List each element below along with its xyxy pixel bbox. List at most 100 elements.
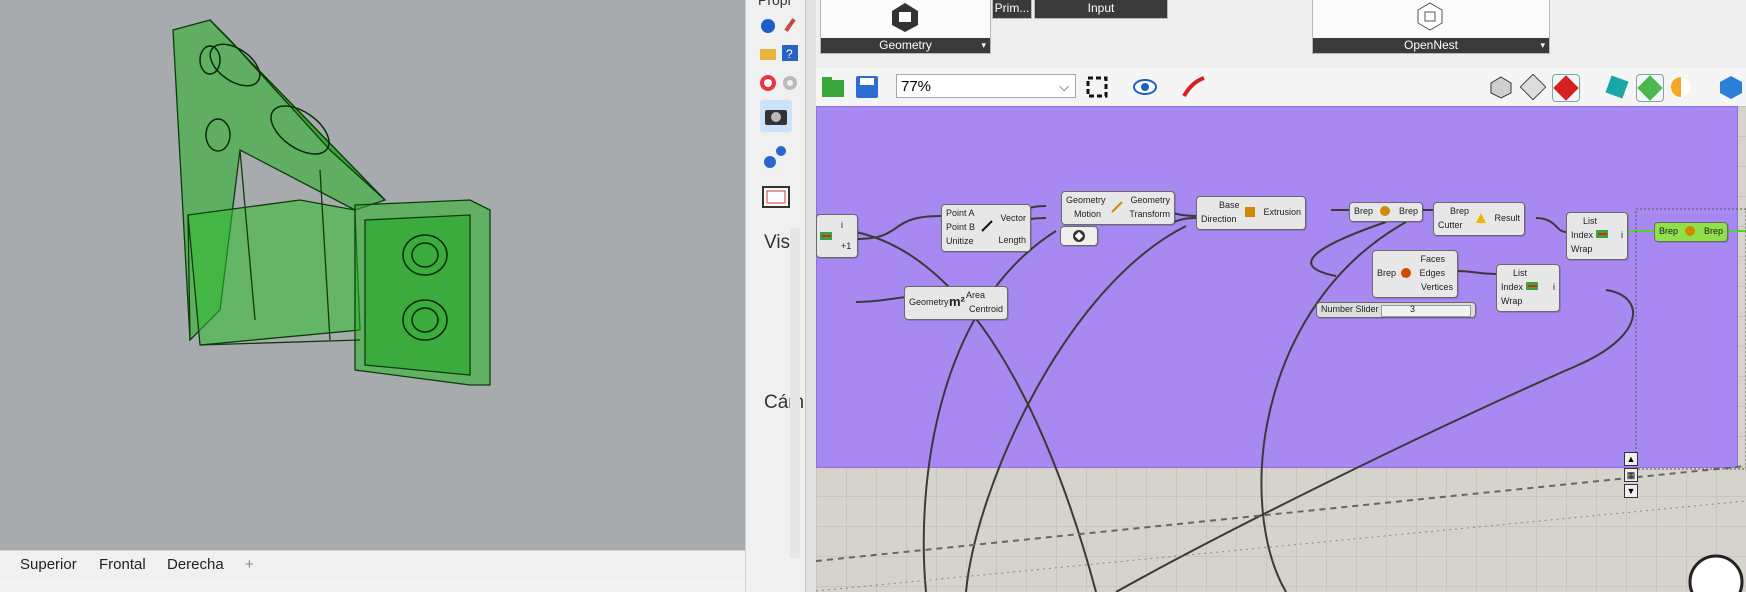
port-item: i (1621, 230, 1623, 240)
scroll-down-icon[interactable]: ▼ (1624, 484, 1638, 498)
list-left-out: i (841, 220, 843, 230)
port-extrusion: Extrusion (1263, 207, 1301, 217)
rhino-viewport[interactable] (0, 0, 745, 550)
port-vector: Vector (1000, 213, 1026, 223)
gear-icon[interactable] (781, 74, 799, 92)
port-index: Index (1571, 230, 1594, 240)
area-icon: m² (949, 294, 965, 309)
port-brep-final-in: Brep (1659, 226, 1679, 236)
ribbon-group-geometry[interactable]: Geometry (820, 0, 991, 54)
grid-icon[interactable]: ▦ (1624, 468, 1638, 482)
properties-header: Propi (758, 0, 791, 8)
status-strip (0, 578, 805, 592)
geometry-icon (892, 3, 918, 32)
port-index: Index (1501, 282, 1524, 292)
grasshopper-window: Geometry Prim... Input OpenNest 77% ⌵ (816, 0, 1746, 592)
open-file-icon[interactable] (820, 74, 846, 100)
ribbon-group-prim[interactable]: Prim... (992, 0, 1032, 19)
port-length: Length (998, 235, 1026, 245)
deconstruct-brep-component[interactable]: Brep Faces Edges Vertices (1372, 250, 1458, 298)
add-tab-button[interactable]: + (245, 556, 254, 573)
port-brep: Brep (1450, 206, 1470, 216)
tab-frontal[interactable]: Frontal (99, 556, 146, 573)
port-motion: Motion (1074, 209, 1102, 219)
list-item-component-1[interactable]: List Index Wrap i (1566, 212, 1628, 260)
port-wrap: Wrap (1571, 244, 1593, 254)
hexagon-icon[interactable] (1718, 74, 1744, 100)
save-icon[interactable] (854, 74, 880, 100)
zoom-dropdown[interactable]: 77% ⌵ (896, 74, 1076, 98)
brep-icon (1685, 226, 1695, 236)
port-area: Area (965, 290, 985, 300)
gh-canvas[interactable]: i +1 Point A Point B Unitize Vector Leng… (816, 106, 1746, 592)
list-left-in: +1 (841, 241, 852, 251)
port-list: List (1513, 268, 1528, 278)
list-item-component-2[interactable]: List Index Wrap i (1496, 264, 1560, 312)
port-vertices: Vertices (1420, 282, 1453, 292)
material-brush-icon[interactable] (781, 16, 799, 34)
zoom-value: 77% (901, 78, 932, 95)
gh-ribbon: Geometry Prim... Input OpenNest (816, 0, 1746, 69)
split-icon (1476, 213, 1486, 223)
svg-text:?: ? (786, 47, 793, 61)
vector-icon (981, 220, 993, 232)
split-brep-component[interactable]: Brep Cutter Result (1433, 202, 1525, 236)
port-point-a: Point A (946, 208, 975, 218)
3d-model (172, 19, 491, 386)
material-ball-icon[interactable] (1668, 74, 1694, 100)
canvas-nav-widget[interactable]: ▲ ▦ ▼ (1624, 452, 1638, 498)
preview-wire-icon[interactable] (1488, 74, 1514, 100)
scroll-up-icon[interactable]: ▲ (1624, 452, 1638, 466)
port-item: i (1553, 282, 1555, 292)
port-geometry-out: Geometry (1130, 195, 1170, 205)
port-result: Result (1494, 213, 1520, 223)
extrude-component[interactable]: Base Direction Extrusion (1196, 196, 1306, 230)
brep-final-component[interactable]: Brep Brep (1654, 222, 1728, 242)
preview-mesh-icon[interactable] (1636, 74, 1664, 102)
zoom-extents-icon[interactable] (1084, 74, 1110, 100)
area-component[interactable]: Geometry m² Area Centroid (904, 286, 1008, 320)
port-direction: Direction (1201, 214, 1237, 224)
viewport-tabs: Superior Frontal Derecha + (0, 550, 745, 579)
port-brep: Brep (1377, 268, 1397, 278)
sketch-pen-icon[interactable] (1180, 74, 1206, 100)
port-point-b: Point B (946, 222, 976, 232)
brep-param-component[interactable]: Brep Brep (1349, 202, 1423, 222)
frame-icon[interactable] (760, 182, 792, 214)
list-item-icon (1526, 282, 1538, 290)
slider-label: Number Slider (1321, 304, 1379, 314)
deconstruct-icon (1401, 268, 1411, 278)
port-wrap: Wrap (1501, 296, 1523, 306)
preview-selected-icon[interactable] (1552, 74, 1580, 102)
color-wheel-icon[interactable] (759, 74, 777, 92)
molecule-icon[interactable] (760, 142, 792, 174)
move-component[interactable]: Geometry Motion Geometry Transform (1061, 191, 1175, 225)
port-cutter: Cutter (1438, 220, 1463, 230)
slider-track[interactable]: 3 (1381, 304, 1471, 317)
preview-eye-icon[interactable] (1132, 74, 1158, 100)
port-faces: Faces (1420, 254, 1445, 264)
document-preview-icon[interactable] (1604, 74, 1630, 100)
preview-shaded-icon[interactable] (1520, 74, 1546, 100)
ribbon-group-opennest[interactable]: OpenNest (1312, 0, 1550, 54)
tab-superior[interactable]: Superior (20, 556, 77, 573)
folder-icon[interactable] (759, 44, 777, 62)
camera-icon[interactable] (760, 100, 792, 132)
help-icon[interactable]: ? (781, 44, 799, 62)
port-geometry-in: Geometry (1066, 195, 1106, 205)
zoom-dial-icon[interactable] (1686, 546, 1746, 592)
properties-scrollbar[interactable] (790, 228, 800, 558)
ribbon-label-opennest: OpenNest (1313, 38, 1549, 53)
ribbon-group-input[interactable]: Input (1034, 0, 1168, 19)
port-brep-final-out: Brep (1703, 226, 1723, 236)
object-properties-icon[interactable] (759, 16, 777, 34)
tab-derecha[interactable]: Derecha (167, 556, 224, 573)
relay-component[interactable] (1060, 226, 1098, 246)
list-item-left[interactable]: i +1 (816, 214, 858, 258)
port-unitize: Unitize (946, 236, 974, 246)
opennest-icon (1417, 2, 1443, 31)
number-slider[interactable]: Number Slider 3 (1316, 302, 1476, 318)
vector-2pt-component[interactable]: Point A Point B Unitize Vector Length (941, 204, 1031, 252)
port-centroid: Centroid (968, 304, 1003, 314)
list-item-icon (1596, 230, 1608, 238)
